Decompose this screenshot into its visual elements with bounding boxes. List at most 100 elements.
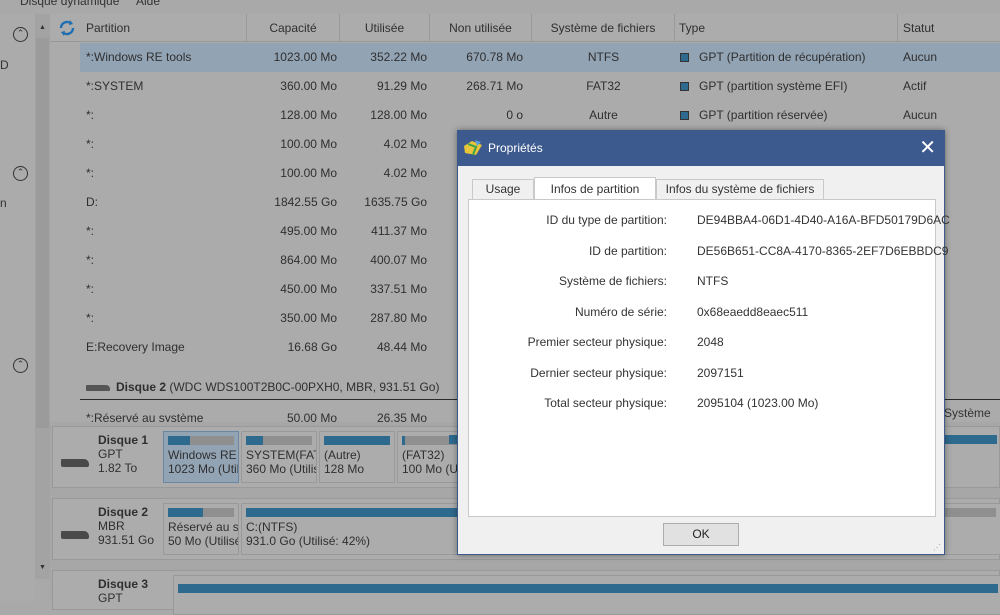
partition-color-icon bbox=[680, 82, 689, 91]
cell-used: 337.51 Mo bbox=[370, 282, 427, 296]
cell-capacity: 100.00 Mo bbox=[280, 137, 337, 151]
collapse-icon[interactable]: ⌃ bbox=[13, 27, 28, 42]
scrollbar-thumb[interactable] bbox=[36, 38, 49, 428]
cell-capacity: 350.00 Mo bbox=[280, 311, 337, 325]
cell-type-text: GPT (Partition de récupération) bbox=[699, 50, 866, 64]
cell-partition: *: bbox=[86, 282, 95, 296]
partition-block[interactable]: Windows RE tools(NTFS)1023 Mo (Utilisé: … bbox=[163, 431, 239, 483]
column-header-type[interactable]: Type bbox=[675, 14, 898, 42]
column-header-used[interactable]: Utilisée bbox=[340, 14, 430, 42]
usage-bar bbox=[168, 508, 234, 517]
table-header: Partition Capacité Utilisée Non utilisée… bbox=[50, 14, 1000, 42]
property-label: Dernier secteur physique: bbox=[530, 365, 667, 380]
property-row: Total secteur physique: 2095104 (1023.00 … bbox=[469, 393, 937, 413]
column-header-partition[interactable]: Partition bbox=[86, 14, 247, 42]
property-value: DE94BBA4-06D1-4D40-A16A-BFD50179D6AC bbox=[697, 213, 950, 227]
ok-button[interactable]: OK bbox=[663, 523, 739, 546]
property-label: Total secteur physique: bbox=[544, 396, 667, 410]
cell-capacity: 1023.00 Mo bbox=[273, 50, 337, 64]
cell-partition: *: bbox=[86, 166, 95, 180]
cell-used: 4.02 Mo bbox=[383, 137, 427, 151]
collapse-icon[interactable]: ⌃ bbox=[13, 358, 28, 373]
cell-used: 1635.75 Go bbox=[364, 195, 427, 209]
cell-partition: *:Windows RE tools bbox=[86, 50, 192, 64]
cell-capacity: 128.00 Mo bbox=[280, 108, 337, 122]
resize-grip-icon[interactable]: ⋰ bbox=[933, 543, 941, 552]
vertical-scrollbar[interactable]: ▲ ▼ bbox=[35, 14, 50, 579]
cell-capacity: 360.00 Mo bbox=[280, 79, 337, 93]
cell-capacity: 864.00 Mo bbox=[280, 253, 337, 267]
cell-status: Aucun bbox=[903, 50, 938, 64]
property-value: 0x68eaedd8eaec511 bbox=[697, 304, 809, 319]
cell-filesystem-partial: Système bbox=[944, 406, 991, 420]
cell-partition: *: bbox=[86, 108, 95, 122]
partition-block[interactable]: (Autre) 128 Mo bbox=[319, 431, 395, 483]
property-label: ID du type de partition: bbox=[546, 213, 667, 227]
disk-style: GPT bbox=[98, 447, 123, 461]
partition-block[interactable]: SYSTEM(FAT32)360 Mo (Utilisé: 25%) bbox=[241, 431, 317, 483]
partition-label: SYSTEM(FAT32) bbox=[246, 448, 316, 462]
partition-block[interactable]: Réservé au système50 Mo (Utilisé: 53%) bbox=[163, 503, 239, 555]
table-row[interactable]: *:Windows RE tools 1023.00 Mo 352.22 Mo 6… bbox=[80, 43, 1000, 72]
scroll-down-icon[interactable]: ▼ bbox=[35, 564, 50, 571]
cell-capacity: 50.00 Mo bbox=[286, 411, 337, 422]
cell-unused: 0 o bbox=[506, 108, 523, 122]
disk-style: MBR bbox=[98, 519, 125, 533]
left-pane-text: D bbox=[0, 58, 9, 72]
disk-style: GPT bbox=[98, 591, 123, 605]
cell-used: 128.00 Mo bbox=[370, 108, 427, 122]
tab-filesystem-info[interactable]: Infos du système de fichiers bbox=[656, 179, 824, 199]
disk-3-map[interactable]: Disque 3 GPT bbox=[52, 570, 1000, 615]
refresh-icon[interactable] bbox=[58, 19, 76, 37]
hard-disk-icon bbox=[61, 459, 89, 467]
usage-bar bbox=[168, 436, 234, 445]
hard-disk-icon bbox=[86, 384, 110, 391]
hard-disk-icon bbox=[61, 531, 89, 539]
table-row[interactable]: *: 128.00 Mo 128.00 Mo 0 o Autre GPT (par… bbox=[80, 101, 1000, 130]
cell-partition: *: bbox=[86, 253, 95, 267]
dialog-title-bar[interactable]: Propriétés ✕ bbox=[458, 131, 944, 166]
column-header-unused[interactable]: Non utilisée bbox=[430, 14, 532, 42]
left-pane-text: n bbox=[0, 196, 7, 210]
menu-aide[interactable]: Aide bbox=[136, 0, 160, 8]
tab-usage[interactable]: Usage bbox=[472, 179, 534, 199]
column-header-status[interactable]: Statut bbox=[898, 14, 1000, 42]
cell-partition: E:Recovery Image bbox=[86, 340, 185, 354]
property-label: ID de partition: bbox=[588, 243, 667, 258]
partition-detail: 360 Mo (Utilisé: 25%) bbox=[246, 462, 316, 476]
disk-name: Disque 2 bbox=[98, 505, 149, 519]
close-icon[interactable]: ✕ bbox=[919, 135, 936, 160]
cell-type: GPT (partition système EFI) bbox=[680, 72, 847, 101]
partition-detail: 128 Mo bbox=[324, 462, 365, 476]
cell-used: 91.29 Mo bbox=[376, 79, 427, 93]
property-row: Numéro de série: 0x68eaedd8eaec511 bbox=[469, 302, 937, 322]
property-value: DE56B651-CC8A-4170-8365-2EF7D6EBBDC9 bbox=[697, 243, 949, 258]
property-row: ID du type de partition: DE94BBA4-06D1-4D… bbox=[469, 210, 950, 230]
cell-capacity: 16.68 Go bbox=[287, 340, 337, 354]
usage-bar bbox=[324, 436, 390, 445]
left-pane: ⌃ D ⌃ n ⌃ bbox=[0, 14, 35, 601]
usage-bar bbox=[246, 436, 312, 445]
column-header-filesystem[interactable]: Système de fichiers bbox=[532, 14, 675, 42]
partition-info-panel: ID du type de partition: DE94BBA4-06D1-4D… bbox=[468, 199, 950, 517]
cell-filesystem: FAT32 bbox=[586, 79, 621, 93]
disk-name: Disque 1 bbox=[98, 433, 149, 447]
property-row: Dernier secteur physique: 2097151 bbox=[469, 363, 937, 383]
column-header-capacity[interactable]: Capacité bbox=[247, 14, 340, 42]
menu-disque-dynamique[interactable]: Disque dynamique bbox=[20, 0, 119, 8]
cell-type-text: GPT (partition réservée) bbox=[699, 108, 828, 122]
disk-2-name: Disque 2 bbox=[116, 380, 167, 394]
partition-label: (Autre) bbox=[324, 448, 361, 462]
table-row[interactable]: *:SYSTEM 360.00 Mo 91.29 Mo 268.71 Mo FAT… bbox=[80, 72, 1000, 101]
cell-partition: *: bbox=[86, 311, 95, 325]
collapse-icon[interactable]: ⌃ bbox=[13, 166, 28, 181]
disk-2-details: (WDC WDS100T2B0C-00PXH0, MBR, 931.51 Go) bbox=[169, 380, 440, 394]
tab-partition-info[interactable]: Infos de partition bbox=[534, 177, 656, 200]
scroll-up-icon[interactable]: ▲ bbox=[35, 24, 50, 31]
property-label: Numéro de série: bbox=[574, 304, 667, 319]
partition-label: Réservé au système bbox=[168, 520, 239, 534]
property-row: ID de partition: DE56B651-CC8A-4170-8365-… bbox=[469, 241, 949, 261]
cell-capacity: 495.00 Mo bbox=[280, 224, 337, 238]
cell-partition: D: bbox=[86, 195, 98, 209]
cell-unused: 670.78 Mo bbox=[466, 50, 523, 64]
